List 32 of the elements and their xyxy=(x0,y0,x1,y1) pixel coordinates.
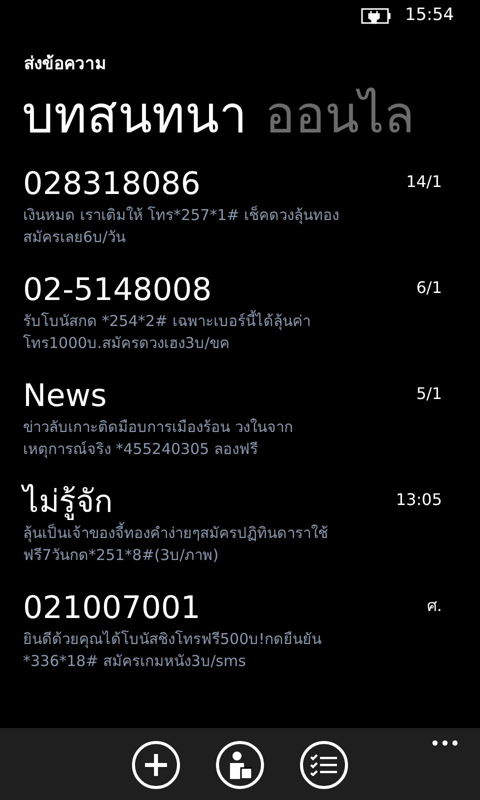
message-preview: ฟรี7วันกด*251*8#(3บ/ภาพ) xyxy=(23,544,220,566)
person-icon xyxy=(228,751,252,779)
contact-name[interactable]: ไม่รู้จัก xyxy=(23,482,113,522)
battery-charging-icon xyxy=(361,8,391,24)
message-time: 13:05 xyxy=(396,488,442,510)
message-time: 6/1 xyxy=(416,276,442,298)
add-button[interactable] xyxy=(132,741,180,789)
status-time: 15:54 xyxy=(405,4,454,28)
plus-icon xyxy=(144,753,168,777)
contact-name[interactable]: 02-5148008 xyxy=(23,270,212,310)
contact-name[interactable]: 028318086 xyxy=(23,164,201,204)
message-time: 5/1 xyxy=(416,382,442,404)
select-button[interactable] xyxy=(300,741,348,789)
message-preview: ยินดีด้วยคุณได้โบนัสชิงโทรฟรี500บ!กดยืนยัน xyxy=(23,628,323,650)
message-preview: เหตุการณ์จริง *455240305 ลองฟรี xyxy=(23,438,259,460)
checklist-icon xyxy=(310,754,338,776)
message-preview: ข่าวลับเกาะติดมือบการเมืองร้อน วงในจาก xyxy=(23,416,294,438)
message-preview: *336*18# สมัครเกมหนัง3บ/sms xyxy=(23,650,247,672)
message-preview: สมัครเลย6บ/วัน xyxy=(23,226,127,248)
contact-name[interactable]: News xyxy=(23,376,107,416)
contact-button[interactable] xyxy=(216,741,264,789)
message-preview: เงินหมด เราเติมให้ โทร*257*1# เช็คดวงลุ้นทอง xyxy=(23,204,340,226)
pivot-header[interactable]: ออนไล xyxy=(265,90,415,140)
app-title: ส่งข้อความ xyxy=(24,54,106,74)
message-preview: โทร1000บ.สมัครดวงเฮง3บ/ขค xyxy=(23,332,231,354)
message-preview: ลุ้นเป็นเจ้าของจี้ทองคำง่ายๆสมัครปฏิทินดาราใช้ xyxy=(23,522,329,544)
message-time: 14/1 xyxy=(406,170,442,192)
message-preview: รับโบนัสกด *254*2# เฉพาะเบอร์นี้ได้ลุ้นค่า xyxy=(23,310,312,332)
contact-name[interactable]: 021007001 xyxy=(23,588,201,628)
more-icon[interactable] xyxy=(432,740,458,746)
pivot-header[interactable]: บทสนทนา xyxy=(22,90,247,140)
message-time: ศ. xyxy=(426,594,442,616)
